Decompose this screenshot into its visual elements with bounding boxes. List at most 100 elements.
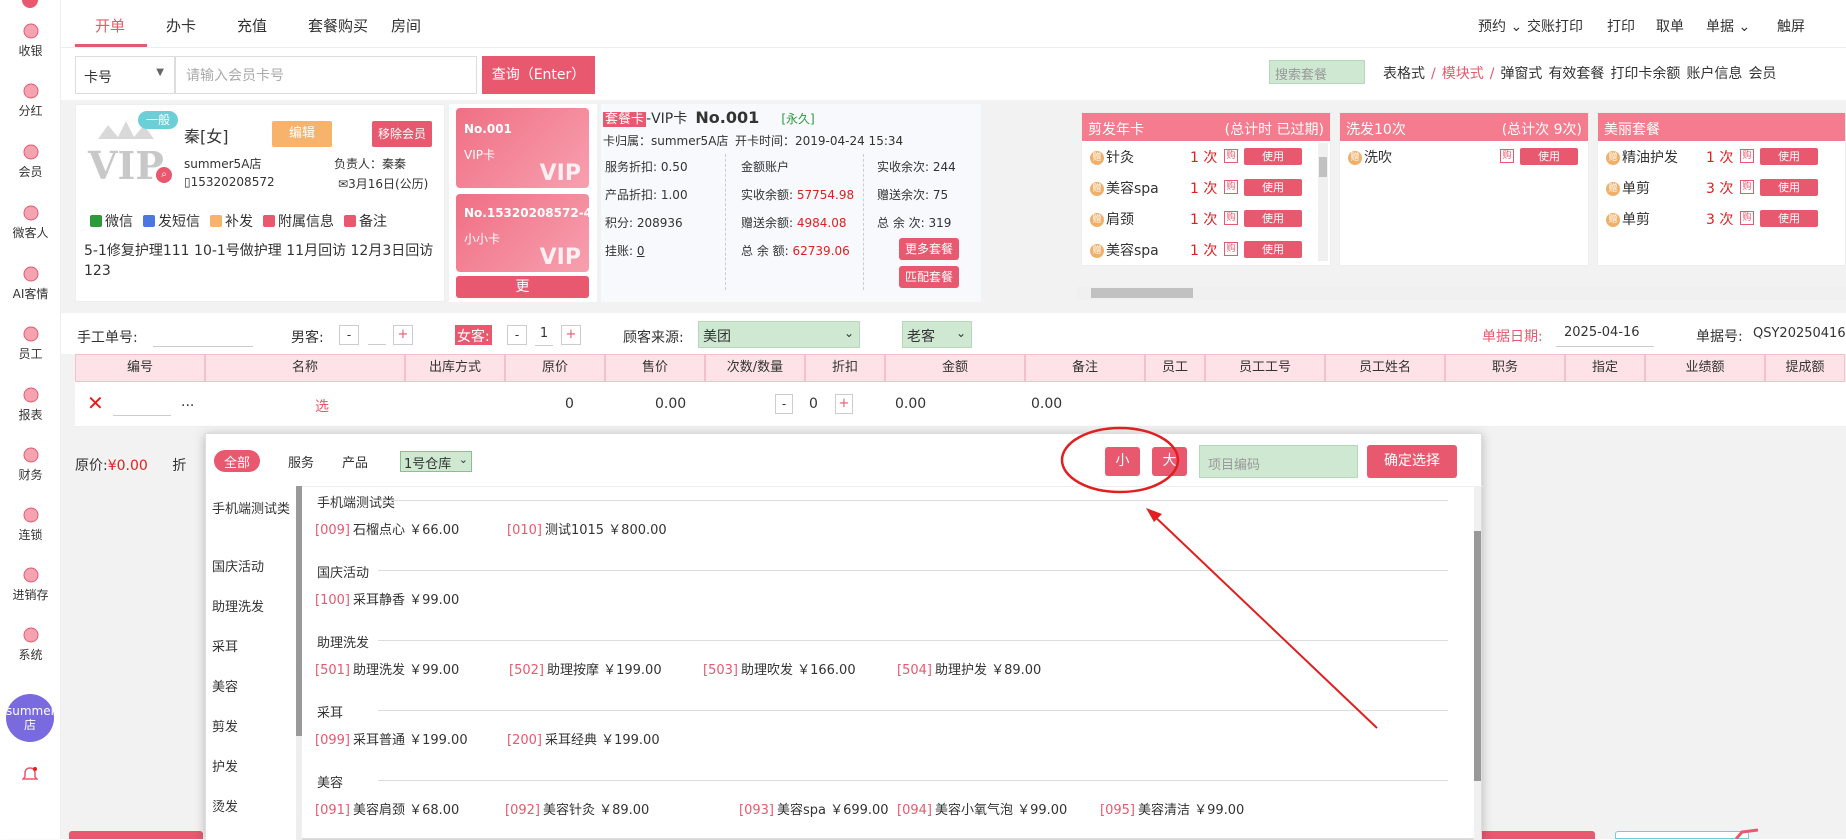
category-scrollbar[interactable] <box>296 486 302 840</box>
confirm-selection-button[interactable]: 确定选择 <box>1367 445 1457 478</box>
more-packages-button[interactable]: 更多套餐 <box>899 238 959 260</box>
product-item[interactable]: [503] 助理吹发 ￥166.00 <box>703 659 856 678</box>
size-large-button[interactable]: 大 <box>1152 447 1187 476</box>
bell-icon[interactable] <box>21 766 39 784</box>
filter-2[interactable]: 产品 <box>332 450 378 472</box>
edit-member-button[interactable]: 编辑 <box>272 121 332 147</box>
product-item[interactable]: [200] 采耳经典 ￥199.00 <box>507 729 660 748</box>
female-count[interactable]: 1 <box>535 326 553 346</box>
use-button[interactable]: 使用 <box>1520 148 1578 165</box>
top-action-1[interactable]: 交账打印 <box>1527 16 1583 36</box>
sale-price[interactable]: 0.00 <box>655 396 686 412</box>
member-action-3[interactable]: 附属信息 <box>263 214 334 230</box>
buy-button[interactable]: 购 <box>1740 211 1754 225</box>
buy-button[interactable]: 购 <box>1740 180 1754 194</box>
tab-3[interactable]: 套餐购买 <box>308 15 368 36</box>
search-type-select[interactable]: 卡号 ▼ <box>75 56 175 94</box>
package-scrollbar[interactable] <box>1318 143 1328 261</box>
use-button[interactable]: 使用 <box>1760 210 1818 227</box>
use-button[interactable]: 使用 <box>1244 179 1302 196</box>
sidebar-item-8[interactable]: 连锁 <box>0 506 61 543</box>
product-item[interactable]: [099] 采耳普通 ￥199.00 <box>315 729 468 748</box>
sidebar-item-0[interactable]: 收银 <box>0 22 61 59</box>
sidebar-item-10[interactable]: 系统 <box>0 626 61 663</box>
qty-minus-button[interactable]: - <box>775 394 793 414</box>
buy-button[interactable]: 购 <box>1224 149 1238 163</box>
product-item[interactable]: [093] 美容spa ￥699.00 <box>739 799 889 818</box>
query-button[interactable]: 查询（Enter） <box>482 56 595 94</box>
sidebar-item-5[interactable]: 员工 <box>0 325 61 362</box>
tab-2[interactable]: 充值 <box>237 15 267 36</box>
category-item[interactable]: 手机端测试类 <box>212 498 292 517</box>
use-button[interactable]: 使用 <box>1244 210 1302 227</box>
member-search-icon[interactable]: ⌕ <box>156 167 172 183</box>
more-dots-button[interactable]: ... <box>181 394 194 410</box>
category-item[interactable]: 剪发 <box>212 716 292 735</box>
select-item-link[interactable]: 选 <box>315 396 329 416</box>
package-scroll-thumb[interactable] <box>1319 157 1327 177</box>
category-item[interactable]: 美容 <box>212 676 292 695</box>
view-option-4[interactable]: 弹窗式 <box>1500 66 1542 82</box>
top-action-4[interactable]: 单据 ⌄ <box>1706 16 1750 36</box>
member-action-0[interactable]: 微信 <box>90 214 133 230</box>
category-item[interactable]: 烫发 <box>212 796 292 815</box>
product-item[interactable]: [009] 石榴点心 ￥66.00 <box>315 519 459 538</box>
card-number-input[interactable] <box>175 56 477 94</box>
discount-value[interactable]: 0.00 <box>895 396 926 412</box>
items-scrollbar[interactable] <box>1474 487 1481 840</box>
top-action-0[interactable]: 预约 ⌄ <box>1478 16 1522 36</box>
buy-button[interactable]: 购 <box>1224 180 1238 194</box>
member-action-2[interactable]: 补发 <box>210 214 253 230</box>
use-button[interactable]: 使用 <box>1760 179 1818 196</box>
hang-value[interactable]: 0 <box>637 244 645 258</box>
customer-type-select[interactable]: 老客 ⌄ <box>902 321 972 348</box>
qty-plus-button[interactable]: + <box>835 394 853 414</box>
female-plus-button[interactable]: + <box>561 325 581 345</box>
product-item[interactable]: [094] 美容小氧气泡 ￥99.00 <box>897 799 1067 818</box>
product-item[interactable]: [092] 美容针灸 ￥89.00 <box>505 799 649 818</box>
product-item[interactable]: [501] 助理洗发 ￥99.00 <box>315 659 459 678</box>
bottom-button-1[interactable] <box>69 831 203 839</box>
remove-member-button[interactable]: 移除会员 <box>372 121 432 147</box>
use-button[interactable]: 使用 <box>1244 241 1302 258</box>
package-search-input[interactable]: 搜索套餐 <box>1269 60 1365 84</box>
product-item[interactable]: [010] 测试1015 ￥800.00 <box>507 519 667 538</box>
view-option-7[interactable]: 账户信息 <box>1686 66 1742 82</box>
buy-button[interactable]: 购 <box>1740 149 1754 163</box>
view-option-0[interactable]: 表格式 <box>1383 66 1425 82</box>
top-action-5[interactable]: 触屏 <box>1777 16 1805 36</box>
tab-1[interactable]: 办卡 <box>166 15 196 36</box>
product-item[interactable]: [095] 美容清洁 ￥99.00 <box>1100 799 1244 818</box>
sidebar-item-9[interactable]: 进销存 <box>0 566 61 603</box>
use-button[interactable]: 使用 <box>1244 148 1302 165</box>
sidebar-item-7[interactable]: 财务 <box>0 446 61 483</box>
tab-4[interactable]: 房间 <box>391 15 421 36</box>
female-minus-button[interactable]: - <box>507 325 527 345</box>
product-item[interactable]: [502] 助理按摩 ￥199.00 <box>509 659 662 678</box>
buy-button[interactable]: 购 <box>1224 242 1238 256</box>
item-code-input[interactable] <box>113 396 171 416</box>
product-item[interactable]: [504] 助理护发 ￥89.00 <box>897 659 1041 678</box>
view-option-2[interactable]: 模块式 <box>1442 66 1484 82</box>
card-15320208572-4[interactable]: No.15320208572-4 小小卡 VIP <box>456 194 589 272</box>
manual-no-input[interactable] <box>153 323 253 347</box>
buy-button[interactable]: 购 <box>1500 149 1514 163</box>
delete-row-icon[interactable]: ✕ <box>87 391 104 415</box>
sidebar-item-3[interactable]: 微客人 <box>0 204 61 241</box>
tab-0[interactable]: 开单 <box>95 15 125 36</box>
male-minus-button[interactable]: - <box>339 325 359 345</box>
category-scroll-thumb[interactable] <box>296 486 302 736</box>
view-option-5[interactable]: 有效套餐 <box>1548 66 1604 82</box>
filter-0[interactable]: 全部 <box>214 450 261 472</box>
category-item[interactable]: 护发 <box>212 756 292 775</box>
packages-scroll-thumb[interactable] <box>1091 288 1193 298</box>
items-scroll-thumb[interactable] <box>1474 531 1481 781</box>
sidebar-item-6[interactable]: 报表 <box>0 386 61 423</box>
member-action-4[interactable]: 备注 <box>344 214 387 230</box>
more-cards-button[interactable]: 更 <box>456 276 589 298</box>
sidebar-item-2[interactable]: 会员 <box>0 143 61 180</box>
member-action-1[interactable]: 发短信 <box>143 214 200 230</box>
category-item[interactable]: 助理洗发 <box>212 596 292 615</box>
warehouse-select[interactable]: 1号仓库 ⌄ <box>400 451 472 472</box>
use-button[interactable]: 使用 <box>1760 148 1818 165</box>
